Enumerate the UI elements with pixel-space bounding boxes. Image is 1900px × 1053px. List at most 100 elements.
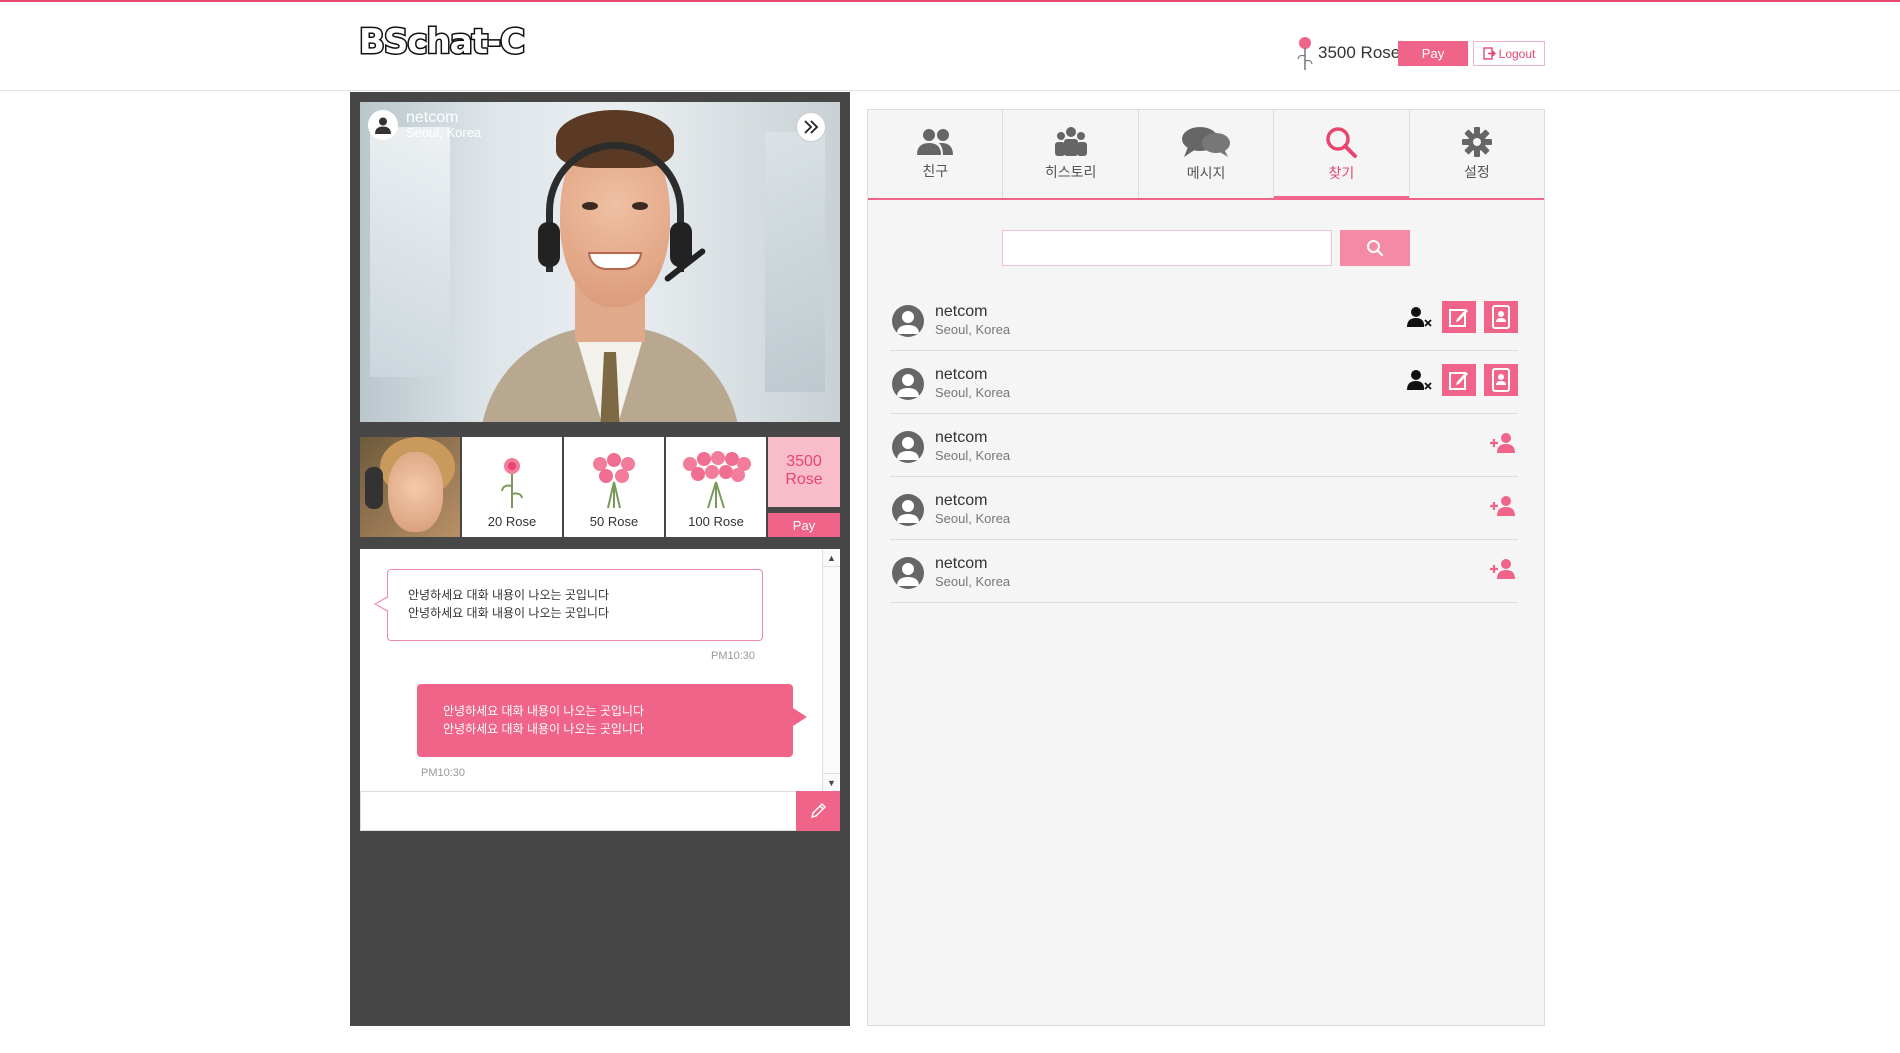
friend-actions xyxy=(1404,301,1518,333)
tab-bar: 친구 히스토리 메시지 찾기 설정 xyxy=(868,110,1544,200)
message-line: 안녕하세요 대화 내용이 나오는 곳입니다 xyxy=(408,588,610,602)
friend-actions xyxy=(1404,364,1518,396)
message-line: 안녕하세요 대화 내용이 나오는 곳입니다 xyxy=(443,704,645,718)
friend-search-input[interactable] xyxy=(1002,230,1332,266)
tab-messages[interactable]: 메시지 xyxy=(1139,110,1275,198)
tab-history[interactable]: 히스토리 xyxy=(1003,110,1139,198)
remove-friend-button[interactable] xyxy=(1404,301,1434,333)
gift-bar: 20 Rose 50 Rose 100 Rose 3500 Rose Pay xyxy=(360,437,840,537)
tab-search[interactable]: 찾기 xyxy=(1274,110,1410,200)
logout-button[interactable]: Logout xyxy=(1473,41,1545,66)
avatar xyxy=(892,494,924,526)
chat-log[interactable]: 안녕하세요 대화 내용이 나오는 곳입니다 안녕하세요 대화 내용이 나오는 곳… xyxy=(360,549,840,791)
profile-button[interactable] xyxy=(1484,364,1518,396)
video-user-name: netcom xyxy=(406,109,459,126)
rose-bouquet-icon xyxy=(593,453,635,509)
friend-name: netcom xyxy=(935,555,988,572)
avatar xyxy=(892,557,924,589)
message-time: PM10:30 xyxy=(711,650,756,662)
side-panel: 친구 히스토리 메시지 찾기 설정 netcom Seoul, Korea ne… xyxy=(867,109,1545,1026)
gift-50-rose[interactable]: 50 Rose xyxy=(564,437,664,537)
pencil-icon xyxy=(810,802,827,819)
message-time: PM10:30 xyxy=(421,767,466,779)
gift-label: 20 Rose xyxy=(487,514,537,529)
avatar xyxy=(892,368,924,400)
gift-100-rose[interactable]: 100 Rose xyxy=(666,437,766,537)
add-user-icon xyxy=(1490,559,1515,579)
add-friend-button[interactable] xyxy=(1488,427,1518,459)
remove-user-icon xyxy=(1407,307,1432,327)
list-item[interactable]: netcom Seoul, Korea xyxy=(890,414,1518,477)
friend-actions xyxy=(1488,553,1518,585)
tab-settings[interactable]: 설정 xyxy=(1410,110,1544,198)
friends-icon xyxy=(917,129,954,155)
list-item[interactable]: netcom Seoul, Korea xyxy=(890,477,1518,540)
tab-friends[interactable]: 친구 xyxy=(868,110,1004,198)
friend-location: Seoul, Korea xyxy=(935,322,1011,337)
user-avatar-icon xyxy=(368,110,398,140)
search-icon xyxy=(1326,127,1358,158)
logout-label: Logout xyxy=(1498,46,1536,61)
rose-large-bouquet-icon xyxy=(683,451,751,509)
friend-location: Seoul, Korea xyxy=(935,448,1011,463)
video-user-badge: netcom Seoul, Korea xyxy=(368,110,481,140)
friend-list: netcom Seoul, Korea netcom Seoul, Korea … xyxy=(890,288,1518,603)
friend-name: netcom xyxy=(935,492,988,509)
rose-icon xyxy=(1297,37,1313,70)
edit-icon xyxy=(1449,372,1468,390)
search-icon xyxy=(1367,240,1384,257)
chat-message-input[interactable] xyxy=(360,791,796,831)
friend-location: Seoul, Korea xyxy=(935,511,1011,526)
header: BSchat-C 3500 Rose Pay Logout xyxy=(0,2,1900,91)
search-button[interactable] xyxy=(1340,230,1410,266)
rose-single-icon xyxy=(501,458,523,508)
message-line: 안녕하세요 대화 내용이 나오는 곳입니다 xyxy=(443,722,645,736)
remove-friend-button[interactable] xyxy=(1404,364,1434,396)
friend-name: netcom xyxy=(935,303,988,320)
avatar xyxy=(892,431,924,463)
scroll-up-arrow-icon[interactable]: ▲ xyxy=(823,549,840,567)
friend-name: netcom xyxy=(935,366,988,383)
add-friend-button[interactable] xyxy=(1488,490,1518,522)
video-chat-panel: netcom Seoul, Korea 20 Rose 50 Rose 100 … xyxy=(350,92,850,1026)
pay-button[interactable]: Pay xyxy=(1398,41,1468,66)
headset-earcup xyxy=(538,222,560,267)
gift-20-rose[interactable]: 20 Rose xyxy=(462,437,562,537)
friend-name: netcom xyxy=(935,429,988,446)
rose-balance: 3500 Rose xyxy=(1318,43,1401,62)
contact-card-icon xyxy=(1492,368,1510,392)
gift-label: 50 Rose xyxy=(589,514,639,529)
add-user-icon xyxy=(1490,496,1515,516)
balance-unit: Rose xyxy=(785,471,823,488)
gift-label: 100 Rose xyxy=(688,514,744,529)
tab-label: 찾기 xyxy=(1328,165,1355,181)
group-icon xyxy=(1054,127,1087,156)
rose-balance-box: 3500 Rose xyxy=(768,437,840,507)
send-message-button[interactable] xyxy=(1442,364,1476,396)
tab-label: 히스토리 xyxy=(1044,164,1097,180)
profile-button[interactable] xyxy=(1484,301,1518,333)
add-friend-button[interactable] xyxy=(1488,553,1518,585)
list-item[interactable]: netcom Seoul, Korea xyxy=(890,288,1518,351)
chat-scrollbar[interactable]: ▲ ▼ xyxy=(822,549,840,791)
tab-label: 메시지 xyxy=(1186,165,1226,181)
list-item[interactable]: netcom Seoul, Korea xyxy=(890,540,1518,603)
logo[interactable]: BSchat-C xyxy=(357,21,526,64)
edit-icon xyxy=(1449,309,1468,327)
pay-button-small[interactable]: Pay xyxy=(768,513,840,537)
double-chevron-right-icon[interactable] xyxy=(796,112,826,142)
partner-thumbnail[interactable] xyxy=(360,437,460,537)
friend-location: Seoul, Korea xyxy=(935,385,1011,400)
tab-label: 친구 xyxy=(922,163,949,179)
avatar xyxy=(892,305,924,337)
chat-bubbles-icon xyxy=(1182,127,1231,157)
message-line: 안녕하세요 대화 내용이 나오는 곳입니다 xyxy=(408,606,610,620)
incoming-message: 안녕하세요 대화 내용이 나오는 곳입니다 안녕하세요 대화 내용이 나오는 곳… xyxy=(374,569,763,641)
thumbnail-headphone xyxy=(365,467,383,509)
list-item[interactable]: netcom Seoul, Korea xyxy=(890,351,1518,414)
thumbnail-face xyxy=(388,452,443,532)
scroll-down-arrow-icon[interactable]: ▼ xyxy=(823,773,840,791)
send-message-button[interactable] xyxy=(796,791,840,831)
video-feed[interactable]: netcom Seoul, Korea xyxy=(360,102,840,422)
send-message-button[interactable] xyxy=(1442,301,1476,333)
